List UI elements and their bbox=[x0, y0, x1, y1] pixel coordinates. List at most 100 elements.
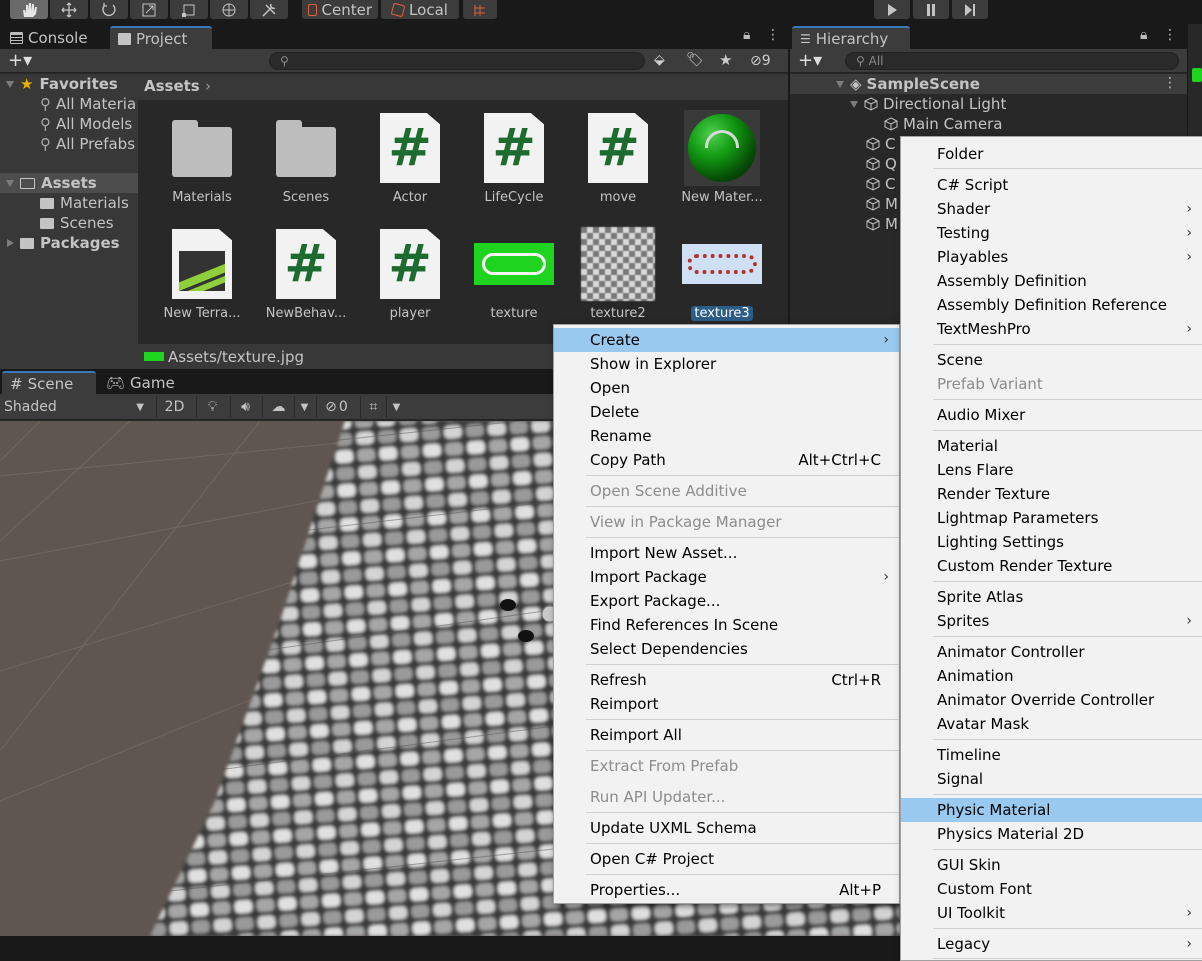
hierarchy-item-main-camera[interactable]: Main Camera bbox=[884, 114, 1002, 134]
menu-item-shader[interactable]: Shader › bbox=[901, 197, 1202, 221]
menu-item-select-dependencies[interactable]: Select Dependencies bbox=[554, 637, 899, 661]
menu-item-material[interactable]: Material bbox=[901, 434, 1202, 458]
hierarchy-item-partial-3[interactable]: C bbox=[866, 174, 895, 194]
menu-item-timeline[interactable]: Timeline bbox=[901, 743, 1202, 767]
effects-dropdown[interactable]: ▼ bbox=[294, 396, 314, 418]
tree-assets-scenes[interactable]: Scenes bbox=[0, 213, 138, 233]
hierarchy-item-partial-2[interactable]: Q bbox=[866, 154, 897, 174]
tab-scene[interactable]: # Scene bbox=[2, 371, 96, 394]
asset-folder-scenes[interactable]: Scenes bbox=[256, 110, 356, 205]
menu-item-rename[interactable]: Rename bbox=[554, 424, 899, 448]
menu-item-audio-mixer[interactable]: Audio Mixer bbox=[901, 403, 1202, 427]
menu-item-reimport[interactable]: Reimport bbox=[554, 692, 899, 716]
asset-texture3[interactable]: texture3 bbox=[672, 226, 772, 325]
menu-item-sprites[interactable]: Sprites › bbox=[901, 609, 1202, 633]
rotate-tool-button[interactable] bbox=[90, 0, 128, 19]
menu-item-open[interactable]: Open bbox=[554, 376, 899, 400]
tree-favorites[interactable]: ★ Favorites bbox=[0, 74, 138, 94]
tree-fav-all-materials[interactable]: ⚲ All Materia bbox=[0, 94, 138, 114]
menu-item-assembly-definition-reference[interactable]: Assembly Definition Reference bbox=[901, 293, 1202, 317]
favorite-star-icon[interactable]: ★ bbox=[719, 51, 732, 69]
menu-item-custom-font[interactable]: Custom Font bbox=[901, 877, 1202, 901]
asset-new-terrain[interactable]: New Terra... bbox=[152, 226, 252, 321]
rect-tool-button[interactable] bbox=[170, 0, 208, 19]
lock-icon[interactable]: 🔒︎ bbox=[743, 27, 750, 43]
menu-item-avatar-mask[interactable]: Avatar Mask bbox=[901, 712, 1202, 736]
grid-toggle[interactable]: ⌗ bbox=[360, 396, 386, 418]
expand-arrow-icon[interactable] bbox=[850, 100, 858, 108]
menu-item-open-c-project[interactable]: Open C# Project bbox=[554, 847, 899, 871]
menu-item-legacy[interactable]: Legacy › bbox=[901, 932, 1202, 956]
tab-console[interactable]: Console bbox=[2, 26, 96, 49]
hand-tool-button[interactable] bbox=[10, 0, 48, 19]
asset-texture[interactable]: texture bbox=[464, 226, 564, 321]
menu-item-scene[interactable]: Scene bbox=[901, 348, 1202, 372]
tree-assets-materials[interactable]: Materials bbox=[0, 193, 138, 213]
menu-item-animation[interactable]: Animation bbox=[901, 664, 1202, 688]
space-local-button[interactable]: Local bbox=[381, 0, 459, 19]
asset-script-actor[interactable]: # Actor bbox=[360, 110, 460, 205]
pause-button[interactable] bbox=[913, 0, 949, 19]
play-button[interactable] bbox=[874, 0, 910, 19]
menu-item-textmeshpro[interactable]: TextMeshPro › bbox=[901, 317, 1202, 341]
breadcrumb[interactable]: Assets › bbox=[138, 74, 788, 100]
hidden-objects-toggle[interactable]: ⊘ 0 bbox=[316, 396, 356, 418]
hierarchy-search-input[interactable]: ⚲ All bbox=[845, 52, 1179, 70]
menu-item-ui-toolkit[interactable]: UI Toolkit › bbox=[901, 901, 1202, 925]
menu-item-playables[interactable]: Playables › bbox=[901, 245, 1202, 269]
menu-item-lighting-settings[interactable]: Lighting Settings bbox=[901, 530, 1202, 554]
hidden-packages-toggle[interactable]: ⊘9 bbox=[750, 53, 771, 69]
scene-kebab-icon[interactable]: ⋮ bbox=[1163, 75, 1177, 91]
menu-item-refresh[interactable]: Refresh Ctrl+R bbox=[554, 668, 899, 692]
menu-item-delete[interactable]: Delete bbox=[554, 400, 899, 424]
hierarchy-item-partial-5[interactable]: M bbox=[866, 214, 898, 234]
menu-item-lens-flare[interactable]: Lens Flare bbox=[901, 458, 1202, 482]
tab-game[interactable]: 🎮︎ Game bbox=[98, 371, 183, 394]
menu-item-testing[interactable]: Testing › bbox=[901, 221, 1202, 245]
create-plus-icon[interactable]: +▾ bbox=[798, 50, 822, 71]
filter-type-icon[interactable]: ⬙ bbox=[654, 52, 665, 68]
asset-folder-materials[interactable]: Materials bbox=[152, 110, 252, 205]
pivot-center-button[interactable]: Center bbox=[302, 0, 378, 19]
create-plus-icon[interactable]: +▾ bbox=[8, 50, 32, 71]
menu-item-export-package[interactable]: Export Package... bbox=[554, 589, 899, 613]
expand-arrow-icon[interactable] bbox=[6, 80, 14, 88]
step-button[interactable] bbox=[952, 0, 988, 19]
expand-arrow-icon[interactable] bbox=[836, 80, 844, 88]
menu-item-find-references-in-scene[interactable]: Find References In Scene bbox=[554, 613, 899, 637]
menu-item-show-in-explorer[interactable]: Show in Explorer bbox=[554, 352, 899, 376]
tab-hierarchy[interactable]: ☰ Hierarchy bbox=[792, 26, 910, 49]
menu-item-animator-controller[interactable]: Animator Controller bbox=[901, 640, 1202, 664]
menu-item-create[interactable]: Create › bbox=[554, 328, 899, 352]
collapse-arrow-icon[interactable] bbox=[7, 239, 14, 247]
effects-toggle[interactable]: ☁ bbox=[262, 396, 294, 418]
menu-item-animator-override-controller[interactable]: Animator Override Controller bbox=[901, 688, 1202, 712]
scale-tool-button[interactable] bbox=[130, 0, 168, 19]
menu-item-copy-path[interactable]: Copy Path Alt+Ctrl+C bbox=[554, 448, 899, 472]
menu-item-folder[interactable]: Folder bbox=[901, 142, 1202, 166]
audio-toggle[interactable]: 🔊︎ bbox=[230, 396, 260, 418]
custom-tool-button[interactable] bbox=[250, 0, 288, 19]
menu-item-properties[interactable]: Properties... Alt+P bbox=[554, 878, 899, 902]
grid-dropdown[interactable]: ▼ bbox=[386, 396, 406, 418]
asset-texture2[interactable]: texture2 bbox=[568, 226, 668, 321]
asset-script-lifecycle[interactable]: # LifeCycle bbox=[464, 110, 564, 205]
asset-script-player[interactable]: # player bbox=[360, 226, 460, 321]
kebab-menu-icon[interactable]: ⋮ bbox=[766, 27, 780, 43]
lock-icon[interactable]: 🔒︎ bbox=[1140, 27, 1147, 43]
menu-item-physics-material-2d[interactable]: Physics Material 2D bbox=[901, 822, 1202, 846]
menu-item-lightmap-parameters[interactable]: Lightmap Parameters bbox=[901, 506, 1202, 530]
menu-item-assembly-definition[interactable]: Assembly Definition bbox=[901, 269, 1202, 293]
shading-mode-dropdown[interactable]: Shaded ▼ bbox=[0, 396, 152, 418]
kebab-menu-icon[interactable]: ⋮ bbox=[1163, 27, 1177, 43]
asset-new-material[interactable]: New Mater... bbox=[672, 110, 772, 205]
2d-mode-toggle[interactable]: 2D bbox=[156, 396, 192, 418]
tab-project[interactable]: Project bbox=[110, 26, 212, 49]
tree-fav-all-models[interactable]: ⚲ All Models bbox=[0, 114, 138, 134]
menu-item-sprite-atlas[interactable]: Sprite Atlas bbox=[901, 585, 1202, 609]
menu-item-c-script[interactable]: C# Script bbox=[901, 173, 1202, 197]
hierarchy-scene[interactable]: ◈ SampleScene bbox=[836, 74, 980, 94]
menu-item-import-new-asset[interactable]: Import New Asset... bbox=[554, 541, 899, 565]
asset-script-newbehaviour[interactable]: # NewBehav... bbox=[256, 226, 356, 321]
tree-packages[interactable]: Packages bbox=[0, 233, 138, 253]
